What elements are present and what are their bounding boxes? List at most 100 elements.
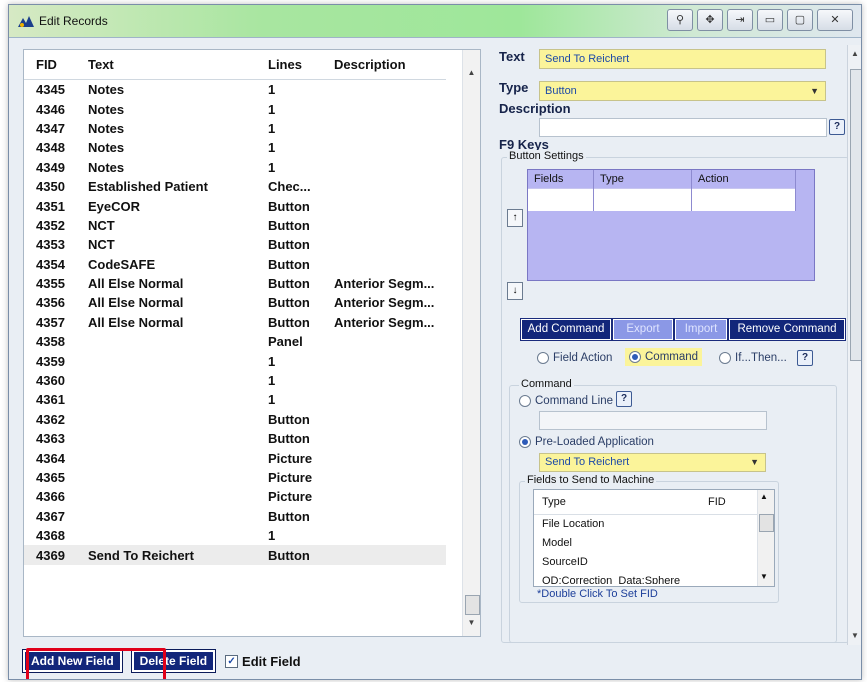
- settings-col-action[interactable]: Action: [691, 170, 796, 189]
- table-row[interactable]: 4363 Button: [24, 429, 446, 448]
- table-row[interactable]: 4349 Notes 1: [24, 158, 446, 177]
- cell-fid[interactable]: 4356: [24, 293, 76, 312]
- table-row[interactable]: 4366 Picture: [24, 487, 446, 506]
- radio-if-then[interactable]: If...Then...: [719, 352, 787, 364]
- pin-icon[interactable]: ⚲: [667, 9, 693, 31]
- cell-lines[interactable]: Picture: [256, 468, 322, 487]
- cell-text[interactable]: [76, 390, 256, 409]
- table-row[interactable]: 4367 Button: [24, 507, 446, 526]
- cell-text[interactable]: [76, 507, 256, 526]
- cell-fid[interactable]: 4365: [24, 468, 76, 487]
- move-down-arrow-icon[interactable]: ↓: [507, 282, 523, 300]
- cell-description[interactable]: [322, 332, 446, 351]
- table-row[interactable]: 4362 Button: [24, 410, 446, 429]
- cell-fid[interactable]: 4358: [24, 332, 76, 351]
- radio-command[interactable]: Command: [625, 348, 703, 366]
- scroll-up-icon[interactable]: ▲: [760, 492, 768, 501]
- table-row[interactable]: 4348 Notes 1: [24, 138, 446, 157]
- table-row[interactable]: 4347 Notes 1: [24, 119, 446, 138]
- close-window-button[interactable]: ✕: [817, 9, 853, 31]
- cell-lines[interactable]: 1: [256, 99, 322, 118]
- cell-fid[interactable]: 4363: [24, 429, 76, 448]
- table-row[interactable]: 4354 CodeSAFE Button: [24, 255, 446, 274]
- scroll-thumb[interactable]: [850, 69, 861, 361]
- fields-col-fid[interactable]: FID: [708, 490, 726, 514]
- cell-text[interactable]: [76, 371, 256, 390]
- cell-text[interactable]: EyeCOR: [76, 196, 256, 215]
- cell-description[interactable]: [322, 216, 446, 235]
- cell-description[interactable]: [322, 351, 446, 370]
- cell-fid[interactable]: 4361: [24, 390, 76, 409]
- table-row[interactable]: 4353 NCT Button: [24, 235, 446, 254]
- description-input[interactable]: [539, 118, 827, 137]
- cell-description[interactable]: [322, 138, 446, 157]
- cell-fid[interactable]: 4367: [24, 507, 76, 526]
- col-header-text[interactable]: Text: [76, 50, 256, 80]
- cell-description[interactable]: [322, 119, 446, 138]
- cell-description[interactable]: [322, 429, 446, 448]
- add-command-button[interactable]: Add Command: [520, 318, 612, 341]
- scroll-thumb[interactable]: [759, 514, 774, 532]
- cell-fid[interactable]: 4347: [24, 119, 76, 138]
- remove-command-button[interactable]: Remove Command: [728, 318, 846, 341]
- cell-text[interactable]: [76, 468, 256, 487]
- cell-text[interactable]: NCT: [76, 235, 256, 254]
- cell-fid[interactable]: 4364: [24, 448, 76, 467]
- cell-description[interactable]: [322, 410, 446, 429]
- radio-field-action[interactable]: Field Action: [537, 352, 612, 364]
- settings-cell[interactable]: [593, 188, 692, 211]
- export-button[interactable]: Export: [612, 318, 674, 341]
- cell-lines[interactable]: Button: [256, 545, 322, 565]
- table-row[interactable]: 4360 1: [24, 371, 446, 390]
- table-row[interactable]: 4358 Panel: [24, 332, 446, 351]
- table-row[interactable]: 4345 Notes 1: [24, 80, 446, 100]
- cell-lines[interactable]: Button: [256, 216, 322, 235]
- cell-fid[interactable]: 4359: [24, 351, 76, 370]
- radio-command-line[interactable]: Command Line: [519, 395, 613, 407]
- cell-text[interactable]: All Else Normal: [76, 293, 256, 312]
- cell-text[interactable]: Notes: [76, 119, 256, 138]
- settings-commands-grid[interactable]: Fields Type Action: [527, 169, 815, 281]
- cell-lines[interactable]: Button: [256, 313, 322, 332]
- cell-fid[interactable]: 4352: [24, 216, 76, 235]
- cell-lines[interactable]: Button: [256, 293, 322, 312]
- cell-description[interactable]: [322, 526, 446, 545]
- command-type-help-button[interactable]: ?: [797, 350, 813, 366]
- settings-cell[interactable]: [691, 188, 796, 211]
- cell-fid[interactable]: 4355: [24, 274, 76, 293]
- cell-text[interactable]: All Else Normal: [76, 313, 256, 332]
- settings-col-type[interactable]: Type: [593, 170, 692, 189]
- command-line-help-button[interactable]: ?: [616, 391, 632, 407]
- cell-text[interactable]: [76, 332, 256, 351]
- scroll-down-icon[interactable]: ▼: [760, 572, 768, 581]
- cell-lines[interactable]: Button: [256, 274, 322, 293]
- cell-text[interactable]: [76, 526, 256, 545]
- cell-lines[interactable]: Button: [256, 429, 322, 448]
- cell-description[interactable]: [322, 158, 446, 177]
- cell-text[interactable]: [76, 429, 256, 448]
- cell-description[interactable]: Anterior Segm...: [322, 293, 446, 312]
- cell-lines[interactable]: Button: [256, 235, 322, 254]
- cell-text[interactable]: [76, 487, 256, 506]
- cell-text[interactable]: Notes: [76, 158, 256, 177]
- cell-fid[interactable]: 4357: [24, 313, 76, 332]
- cell-description[interactable]: [322, 196, 446, 215]
- cell-text[interactable]: Notes: [76, 80, 256, 100]
- cell-lines[interactable]: 1: [256, 119, 322, 138]
- scroll-thumb[interactable]: [465, 595, 480, 615]
- fields-col-type[interactable]: Type: [542, 490, 708, 514]
- cell-fid[interactable]: 4369: [24, 545, 76, 565]
- cell-lines[interactable]: 1: [256, 371, 322, 390]
- add-new-field-button[interactable]: Add New Field: [22, 649, 123, 673]
- text-input[interactable]: Send To Reichert: [539, 49, 826, 69]
- cell-lines[interactable]: Button: [256, 196, 322, 215]
- import-button[interactable]: Import: [674, 318, 728, 341]
- scroll-down-icon[interactable]: ▼: [848, 629, 861, 643]
- cell-lines[interactable]: Picture: [256, 448, 322, 467]
- maximize-button[interactable]: ▢: [787, 9, 813, 31]
- table-row[interactable]: 4364 Picture: [24, 448, 446, 467]
- cell-fid[interactable]: 4360: [24, 371, 76, 390]
- fields-list-scrollbar[interactable]: ▲ ▼: [757, 490, 774, 586]
- table-row[interactable]: 4350 Established Patient Chec...: [24, 177, 446, 196]
- table-row[interactable]: 4357 All Else Normal Button Anterior Segm..…: [24, 313, 446, 332]
